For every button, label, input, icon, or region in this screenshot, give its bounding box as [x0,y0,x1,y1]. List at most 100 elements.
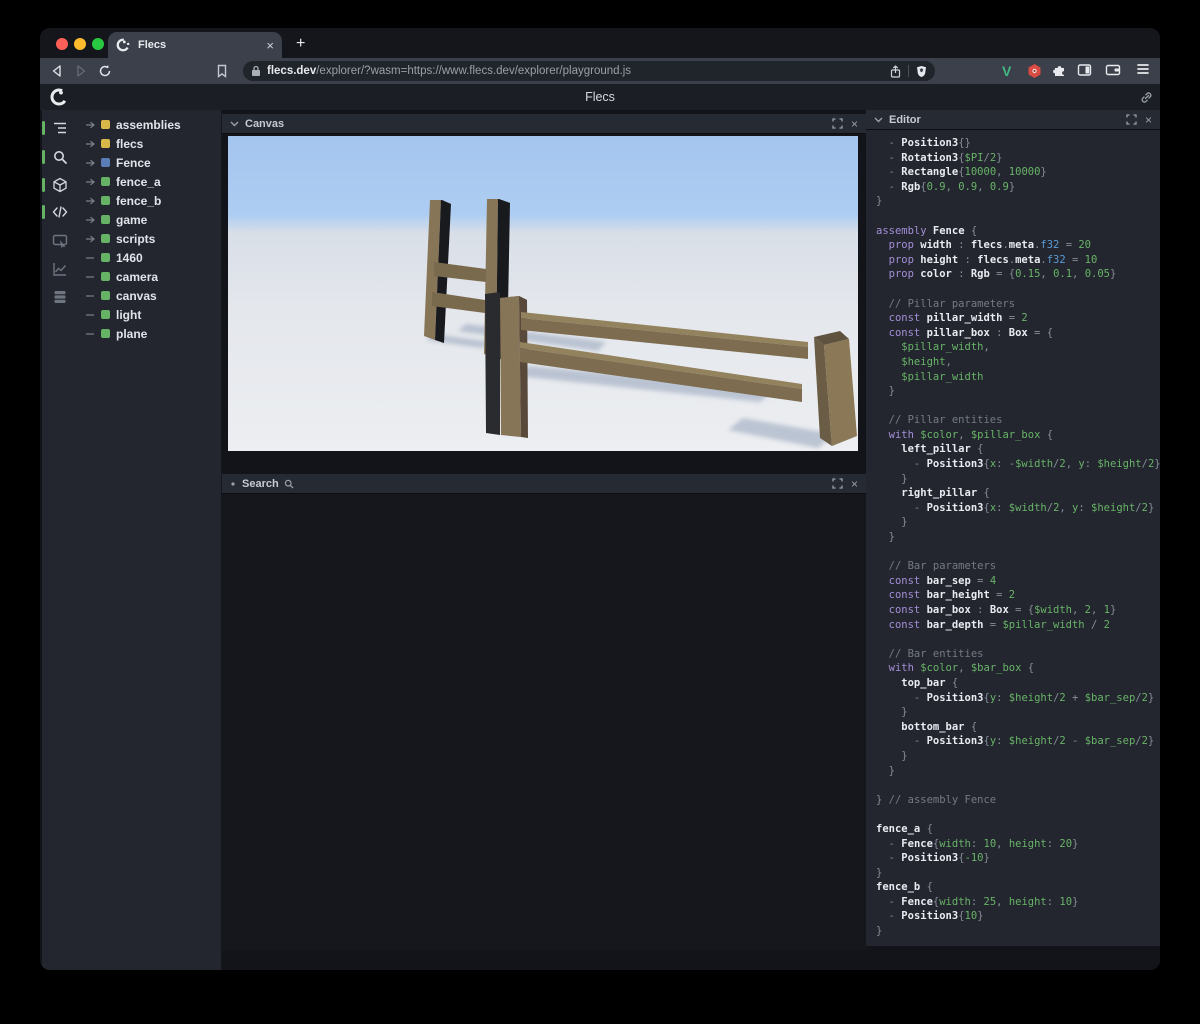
code-line: - Position3{y: $height/2 - $bar_sep/2} [876,735,1155,748]
tab-close-icon[interactable]: × [266,38,274,53]
entity-color-square [101,196,110,205]
tree-item-label: fence_b [116,193,162,208]
code-line: - Position3{y: $height/2 + $bar_sep/2} [876,691,1155,704]
search-panel-body[interactable] [222,494,866,950]
active-indicator [42,205,45,219]
expand-arrow-icon[interactable] [85,140,101,148]
browser-menu-icon[interactable] [1136,63,1150,75]
tree-item-fence_b[interactable]: fence_b [78,191,221,210]
rail-stats-button[interactable] [52,261,68,277]
code-line: prop height : flecs.meta.f32 = 10 [876,253,1098,266]
code-line: assembly Fence { [876,224,978,237]
sidebar-panel-icon[interactable] [1077,63,1092,77]
brave-shield-icon[interactable] [916,65,927,78]
expand-arrow-icon[interactable] [85,197,101,205]
rail-editor-button[interactable] [42,204,68,220]
tree-item-Fence[interactable]: Fence [78,153,221,172]
entity-color-square [101,177,110,186]
code-line: - Position3{x: -$width/2, y: $height/2} [876,458,1160,471]
rail-entity-tree-button[interactable] [42,120,68,136]
tree-item-scripts[interactable]: scripts [78,229,221,248]
collapsed-dot-icon[interactable] [230,481,236,487]
red-hexagon-extension-icon[interactable] [1027,63,1042,79]
entity-color-square [101,234,110,243]
expand-arrow-icon[interactable] [85,216,101,224]
back-icon[interactable] [50,64,64,78]
code-line: const bar_sep = 4 [876,574,997,587]
fullscreen-icon[interactable] [1126,114,1137,125]
extensions-puzzle-icon[interactable] [1052,63,1067,78]
tree-item-1460[interactable]: 1460 [78,248,221,267]
tree-item-game[interactable]: game [78,210,221,229]
tree-item-plane[interactable]: plane [78,324,221,343]
code-line: top_bar { [876,676,959,689]
close-panel-icon[interactable]: × [1145,114,1152,126]
search-icon [54,151,67,164]
editor-panel: Editor × - Position3{} - Rotation3{$PI/2… [866,110,1160,970]
tree-item-canvas[interactable]: canvas [78,286,221,305]
sidebar-icon-rail [42,110,78,970]
chevron-down-icon[interactable] [230,121,239,127]
browser-tab-bar: Flecs × + [40,28,1160,58]
vue-devtools-extension-icon[interactable]: V [1002,63,1011,79]
maximize-window-button[interactable] [92,38,104,50]
active-indicator [42,178,45,192]
forward-icon[interactable] [74,64,88,78]
leaf-dash-icon [85,311,101,319]
expand-arrow-icon[interactable] [85,159,101,167]
tree-item-flecs[interactable]: flecs [78,134,221,153]
sky-and-ground [228,136,858,451]
code-line: - Position3{} [876,137,971,149]
canvas-panel-header: Canvas × [222,114,866,134]
code-icon [52,206,68,218]
rail-search-button[interactable] [42,149,68,165]
reload-icon[interactable] [98,64,112,78]
code-line: } [876,866,883,879]
minimize-window-button[interactable] [74,38,86,50]
chevron-down-icon[interactable] [874,117,883,123]
tree-item-label: fence_a [116,174,161,189]
tree-item-label: flecs [116,136,144,151]
rail-entities-button[interactable] [42,177,68,193]
tree-item-label: light [116,307,142,322]
rail-inspector-button[interactable] [52,233,68,249]
new-tab-button[interactable]: + [290,36,311,52]
search-panel-header: Search × [222,474,866,494]
browser-tab[interactable]: Flecs × [108,32,282,58]
code-line: } [876,385,895,398]
close-panel-icon[interactable]: × [851,118,858,130]
expand-arrow-icon[interactable] [85,121,101,129]
entity-color-square [101,291,110,300]
canvas-3d-view[interactable] [228,136,858,451]
code-line: - Position3{10} [876,910,984,923]
tree-item-assemblies[interactable]: assemblies [78,115,221,134]
active-indicator [42,150,45,164]
search-icon [284,479,294,488]
close-window-button[interactable] [56,38,68,50]
share-icon[interactable] [890,64,901,78]
tree-item-camera[interactable]: camera [78,267,221,286]
canvas-panel-title: Canvas [245,117,285,130]
url-domain: flecs.dev [267,65,317,77]
close-panel-icon[interactable]: × [851,478,858,490]
link-icon[interactable] [1140,91,1153,104]
code-editor[interactable]: - Position3{} - Rotation3{$PI/2} - Recta… [866,130,1160,946]
entity-tree-panel: assemblies flecs Fence fence_a fence_bgame sc… [78,110,222,970]
fullscreen-icon[interactable] [832,118,843,129]
tree-item-light[interactable]: light [78,305,221,324]
rail-data-button[interactable] [52,289,68,305]
bookmark-icon[interactable] [216,64,228,78]
expand-arrow-icon[interactable] [85,178,101,186]
code-line: } [876,516,908,529]
wallet-icon[interactable] [1105,63,1121,77]
code-line: - Fence{width: 25, height: 10} [876,895,1079,908]
tree-item-fence_a[interactable]: fence_a [78,172,221,191]
expand-arrow-icon[interactable] [85,235,101,243]
tree-icon [54,122,66,134]
desktop-background: Flecs × + flecs.dev /explorer/?wasm=http… [0,0,1200,1024]
fullscreen-icon[interactable] [832,478,843,489]
editor-panel-header: Editor × [866,110,1160,130]
address-bar[interactable]: flecs.dev /explorer/?wasm=https://www.fl… [243,61,935,81]
inspector-icon [52,234,68,249]
